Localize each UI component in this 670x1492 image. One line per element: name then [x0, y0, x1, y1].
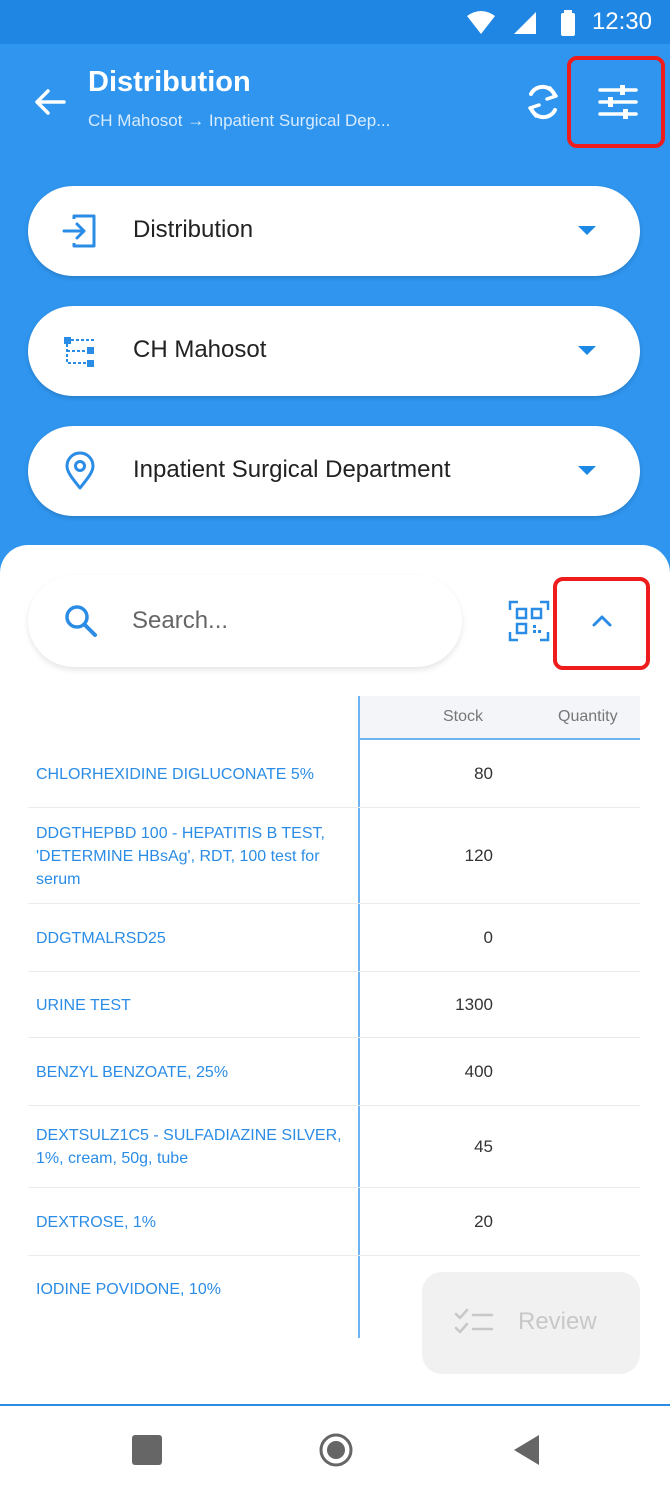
highlight-filter-button — [567, 56, 665, 148]
product-stock: 120 — [464, 846, 493, 865]
recent-apps-icon[interactable] — [127, 1430, 167, 1470]
wifi-icon — [467, 11, 495, 34]
search-icon — [65, 605, 97, 637]
product-stock: 80 — [474, 764, 493, 783]
cell-signal-icon — [514, 12, 536, 34]
table-row[interactable]: URINE TEST 1300 — [28, 972, 640, 1038]
search-bar — [28, 575, 462, 667]
hierarchy-icon — [64, 337, 94, 367]
navbar-divider — [0, 1404, 670, 1406]
status-time: 12:30 — [591, 8, 652, 35]
product-stock: 1300 — [455, 995, 493, 1014]
table-row[interactable]: BENZYL BENZOATE, 25% 400 — [28, 1038, 640, 1106]
back-arrow-icon[interactable] — [30, 82, 70, 122]
facility-label: CH Mahosot — [133, 336, 267, 363]
product-name: DDGTMALRSD25 — [36, 929, 166, 947]
distribution-type-label: Distribution — [133, 216, 254, 243]
product-name: URINE TEST — [36, 996, 131, 1014]
product-stock: 0 — [483, 928, 493, 947]
chevron-down-icon — [578, 466, 596, 475]
back-triangle-icon[interactable] — [506, 1430, 546, 1470]
product-name: IODINE POVIDONE, 10% — [36, 1281, 221, 1298]
table-row[interactable]: DEXTROSE, 1% 20 — [28, 1188, 640, 1256]
table-row[interactable]: DDGTHEPBD 100 - HEPATITIS B TEST, 'DETER… — [28, 808, 640, 904]
breadcrumb: CH Mahosot → Inpatient Surgical Dep... — [88, 111, 391, 130]
status-bar: 12:30 — [0, 0, 670, 44]
review-button[interactable]: Review — [422, 1272, 640, 1374]
location-pin-icon — [65, 451, 95, 490]
sync-icon[interactable] — [521, 80, 565, 124]
product-name: BENZYL BENZOATE, 25% — [36, 1063, 229, 1081]
product-stock: 20 — [474, 1212, 493, 1231]
table-row[interactable]: CHLORHEXIDINE DIGLUCONATE 5% 80 — [28, 740, 640, 808]
column-header-stock: Stock — [443, 708, 484, 725]
table-row[interactable]: DEXTSULZ1C5 - SULFADIAZINE SILVER, 1%, c… — [28, 1106, 640, 1188]
department-select[interactable]: Inpatient Surgical Department — [28, 426, 640, 516]
table-row[interactable]: DDGTMALRSD25 0 — [28, 904, 640, 972]
login-arrow-icon — [62, 214, 96, 248]
search-input[interactable] — [132, 601, 432, 641]
product-stock: 400 — [464, 1062, 493, 1081]
review-label: Review — [518, 1308, 597, 1335]
product-name: CHLORHEXIDINE DIGLUCONATE 5% — [36, 765, 314, 783]
home-icon[interactable] — [316, 1430, 356, 1470]
column-header-quantity: Quantity — [558, 708, 618, 725]
battery-icon — [561, 10, 575, 36]
facility-select[interactable]: CH Mahosot — [28, 306, 640, 396]
highlight-collapse-button — [553, 577, 650, 670]
product-name: DDGTHEPBD 100 - HEPATITIS B TEST, 'DETER… — [36, 824, 325, 888]
checklist-icon — [454, 1308, 494, 1334]
department-label: Inpatient Surgical Department — [133, 456, 451, 483]
chevron-down-icon — [578, 346, 596, 355]
distribution-type-select[interactable]: Distribution — [28, 186, 640, 276]
product-name: DEXTROSE, 1% — [36, 1213, 157, 1231]
page-title: Distribution — [88, 66, 251, 98]
product-name: DEXTSULZ1C5 - SULFADIAZINE SILVER, 1%, c… — [36, 1127, 342, 1167]
chevron-down-icon — [578, 226, 596, 235]
qr-scan-icon[interactable] — [508, 600, 550, 642]
product-stock: 45 — [474, 1137, 493, 1156]
